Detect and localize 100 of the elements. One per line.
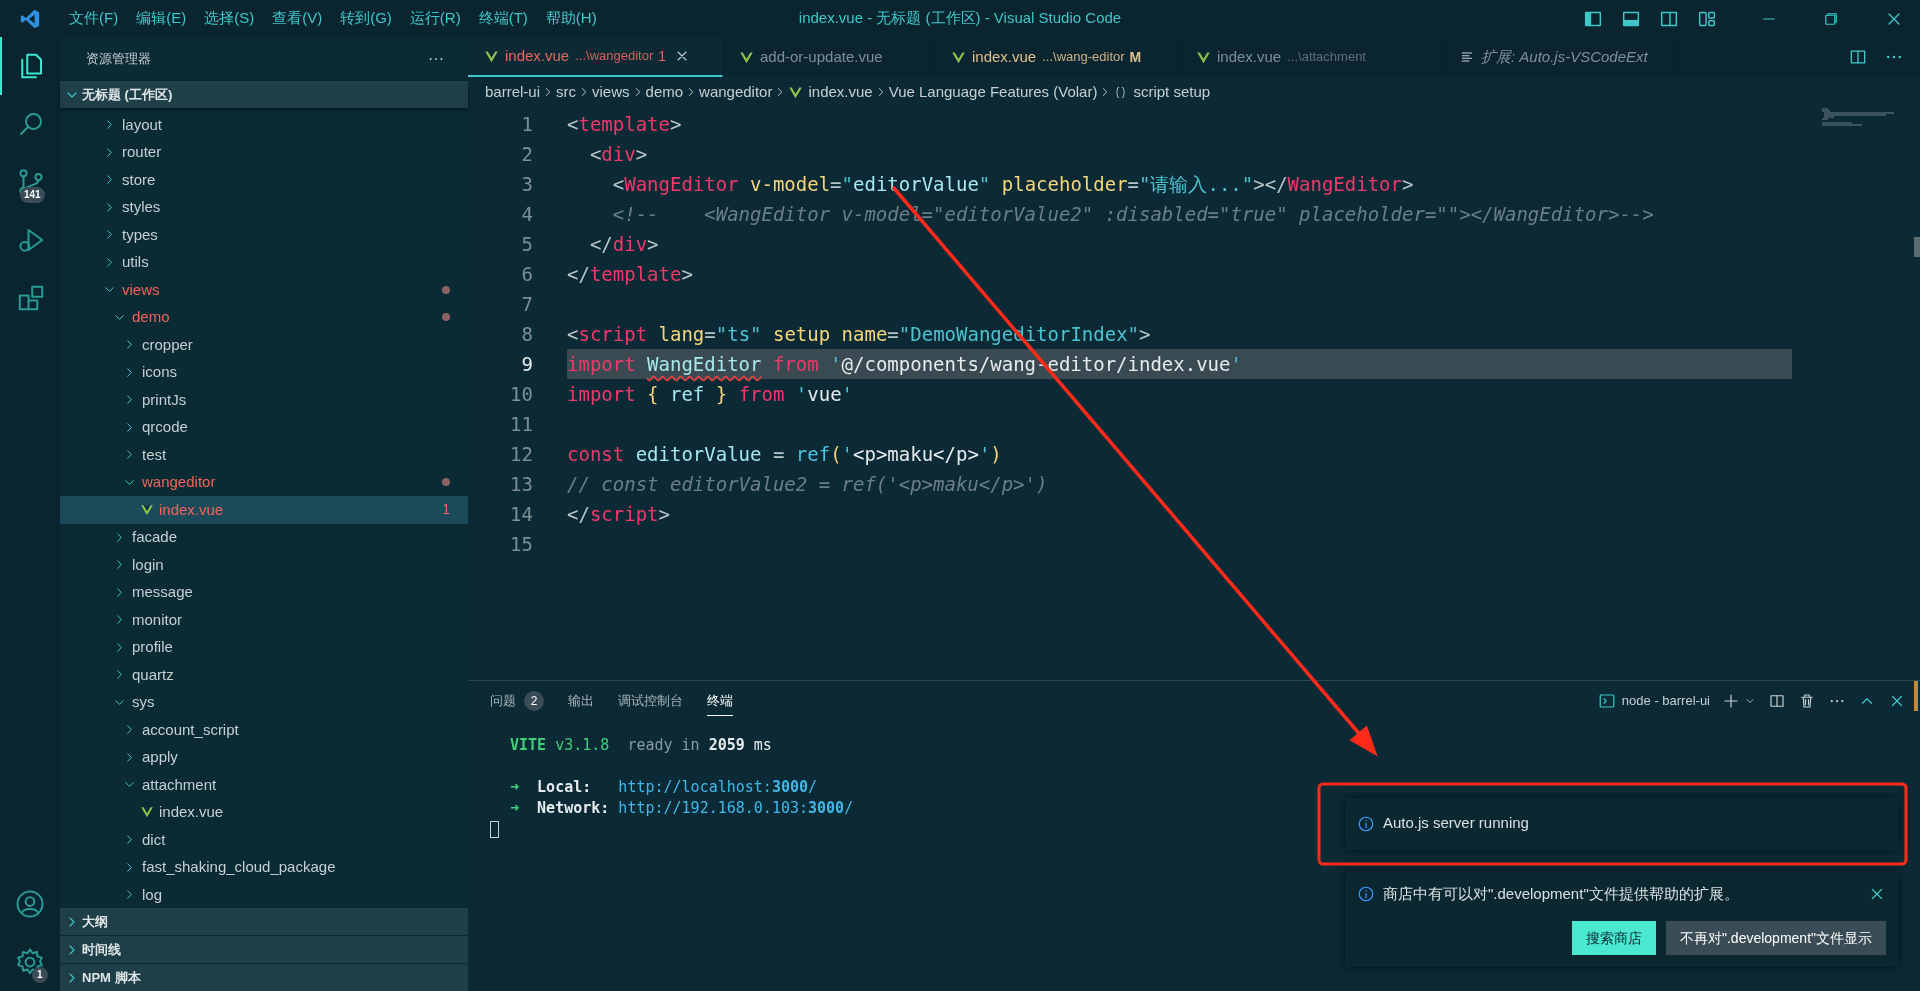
plus-icon[interactable] xyxy=(1722,692,1740,710)
tree-item[interactable]: router xyxy=(60,138,468,166)
panel-tab[interactable]: 终端 xyxy=(707,686,733,716)
workspace-header[interactable]: 无标题 (工作区) xyxy=(60,81,468,108)
editor-tab[interactable]: index.vue ...\wangeditor 1 xyxy=(468,37,723,77)
tree-item[interactable]: cropper xyxy=(60,331,468,359)
terminal-line: ➜ Network: http://192.168.0.103:3000/ xyxy=(510,798,855,819)
tree-item[interactable]: demo xyxy=(60,303,468,331)
tree-item[interactable]: message xyxy=(60,578,468,606)
vscode-logo-icon xyxy=(19,7,41,30)
tree-item[interactable]: dict xyxy=(60,826,468,854)
line-number: 12 xyxy=(509,441,534,467)
window-title: index.vue - 无标题 (工作区) - Visual Studio Code xyxy=(798,8,1122,29)
breadcrumb-item[interactable]: script setup xyxy=(1113,80,1211,104)
line-number: 8 xyxy=(520,321,534,347)
tree-item[interactable]: account_script xyxy=(60,716,468,744)
item-label: icons xyxy=(142,362,178,382)
tree-item[interactable]: views xyxy=(60,276,468,304)
menu-item[interactable]: 查看(V) xyxy=(263,3,332,34)
breadcrumb-item[interactable]: wangeditor xyxy=(699,80,773,104)
menu-item[interactable]: 帮助(H) xyxy=(536,3,606,34)
line-number: 3 xyxy=(520,171,534,197)
menu-item[interactable]: 运行(R) xyxy=(400,3,470,34)
tree-item[interactable]: facade xyxy=(60,523,468,551)
breadcrumb-item[interactable]: Vue Language Features (Volar) xyxy=(888,80,1098,104)
notification-button[interactable]: 不再对".development"文件显示 xyxy=(1666,921,1886,955)
tab-status-label: 1 xyxy=(658,46,667,66)
tab-label: index.vue xyxy=(1217,46,1282,67)
tree-item[interactable]: quartz xyxy=(60,661,468,689)
tree-item[interactable]: icons xyxy=(60,358,468,386)
workspace-label: 无标题 (工作区) xyxy=(82,85,173,104)
terminal-selector[interactable]: node - barrel-ui xyxy=(1597,691,1710,711)
item-label: log xyxy=(142,884,163,905)
panel-tab[interactable]: 调试控制台 xyxy=(618,686,683,716)
line-number: 5 xyxy=(520,231,534,257)
item-label: router xyxy=(122,142,162,162)
split-terminal-icon[interactable] xyxy=(1768,692,1786,710)
tree-item[interactable]: test xyxy=(60,441,468,469)
tree-item[interactable]: login xyxy=(60,551,468,579)
line-number: 6 xyxy=(520,261,534,287)
menu-item[interactable]: 终端(T) xyxy=(469,3,537,34)
code-line: const editorValue = ref('<p>maku</p>') xyxy=(567,441,1003,467)
code-line: </div> xyxy=(588,231,660,257)
tree-item[interactable]: attachment xyxy=(60,771,468,799)
tree-item[interactable]: log xyxy=(60,881,468,907)
line-number: 7 xyxy=(520,291,534,317)
tree-item[interactable]: store xyxy=(60,166,468,194)
line-number: 9 xyxy=(520,351,534,377)
more-actions-button[interactable]: ··· xyxy=(428,47,444,71)
tree-item[interactable]: fast_shaking_cloud_package xyxy=(60,853,468,881)
item-label: fast_shaking_cloud_package xyxy=(142,857,336,877)
tree-item[interactable]: profile xyxy=(60,633,468,661)
breadcrumb-item[interactable]: views xyxy=(592,80,630,104)
tree-item[interactable]: qrcode xyxy=(60,413,468,441)
scrollbar-thumb[interactable] xyxy=(1914,681,1918,711)
tree-item[interactable]: apply xyxy=(60,743,468,771)
item-label: sys xyxy=(132,692,155,712)
breadcrumb-item[interactable]: src xyxy=(556,80,577,104)
count-badge: 141 xyxy=(20,187,45,203)
trash-icon[interactable] xyxy=(1798,692,1816,710)
section-header[interactable]: 时间线 xyxy=(60,935,468,963)
line-number: 11 xyxy=(509,411,534,437)
item-label: wangeditor xyxy=(142,472,216,492)
line-number: 1 xyxy=(520,111,534,137)
code-line: </template> xyxy=(567,261,694,287)
menu-item[interactable]: 选择(S) xyxy=(195,3,264,34)
menu-item[interactable]: 文件(F) xyxy=(60,3,128,34)
breadcrumb-item[interactable]: demo xyxy=(645,80,684,104)
activity-source-control-button[interactable]: 141 xyxy=(0,153,60,211)
tab-label: index.vue xyxy=(972,46,1037,67)
notification-button[interactable]: 搜索商店 xyxy=(1572,921,1656,955)
activity-settings-button[interactable]: 1 xyxy=(0,933,60,991)
tree-item[interactable]: styles xyxy=(60,193,468,221)
tab-label: add-or-update.vue xyxy=(760,46,883,67)
tree-item[interactable]: layout xyxy=(60,111,468,139)
terminal-line: ➜ Local: http://localhost:3000/ xyxy=(510,777,819,798)
tree-item[interactable]: types xyxy=(60,221,468,249)
scrollbar-thumb[interactable] xyxy=(1914,237,1920,257)
extensions-icon xyxy=(16,283,46,313)
section-label: 大纲 xyxy=(82,912,108,931)
section-header[interactable]: NPM 脚本 xyxy=(60,963,468,991)
tree-item[interactable]: utils xyxy=(60,248,468,276)
tree-item[interactable]: printJs xyxy=(60,386,468,414)
tree-item[interactable]: monitor xyxy=(60,606,468,634)
tree-item[interactable]: sys xyxy=(60,688,468,716)
tree-item[interactable]: wangeditor xyxy=(60,468,468,496)
item-label: account_script xyxy=(142,719,239,740)
menu-item[interactable]: 转到(G) xyxy=(331,3,401,34)
panel-tab[interactable]: 问题 2 xyxy=(490,686,544,716)
tree-item[interactable]: index.vue xyxy=(60,798,468,826)
tab-label: 扩展: Auto.js-VSCodeExt xyxy=(1481,46,1648,67)
line-number: 10 xyxy=(509,381,534,407)
section-header[interactable]: 大纲 xyxy=(60,907,468,935)
panel-tab[interactable]: 输出 xyxy=(568,686,594,716)
breadcrumb-item[interactable]: barrel-ui xyxy=(485,80,541,104)
menu-item[interactable]: 编辑(E) xyxy=(127,3,196,34)
breadcrumb-item[interactable]: index.vue xyxy=(788,80,873,104)
item-label: printJs xyxy=(142,389,187,410)
item-label: test xyxy=(142,444,167,465)
item-label: dict xyxy=(142,829,166,850)
